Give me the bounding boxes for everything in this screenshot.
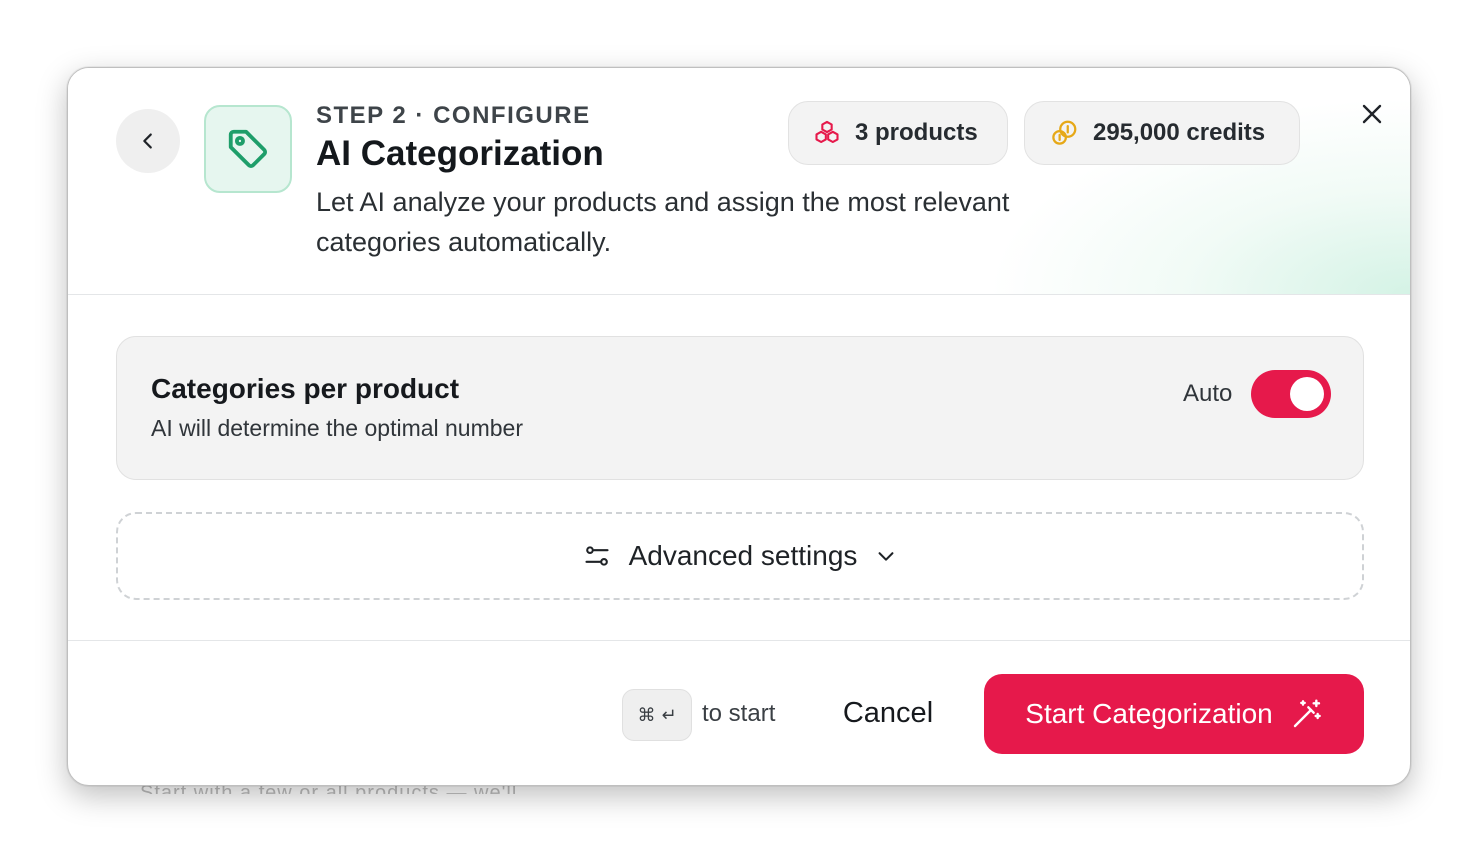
credits-label: 295,000 credits xyxy=(1093,119,1266,146)
cubes-icon xyxy=(815,120,839,144)
back-button[interactable] xyxy=(116,109,180,173)
keyboard-shortcut-badge: ⌘ ↵ xyxy=(622,689,692,741)
setting-title: Categories per product xyxy=(151,373,460,404)
shortcut-hint: to start xyxy=(702,700,776,727)
command-key-icon: ⌘ xyxy=(637,704,656,726)
start-categorization-button[interactable]: Start Categorization xyxy=(984,674,1364,754)
modal-title: AI Categorization xyxy=(316,134,604,173)
toggle-knob xyxy=(1290,377,1324,411)
chevron-down-icon xyxy=(878,552,894,561)
enter-key-icon: ↵ xyxy=(661,704,677,726)
advanced-settings-button[interactable]: Advanced settings xyxy=(116,512,1364,600)
products-count-label: 3 products xyxy=(855,119,978,146)
ai-categorization-modal: STEP 2 · CONFIGURE AI Categorization Let… xyxy=(67,67,1411,786)
magic-wand-icon xyxy=(1293,699,1321,728)
categories-per-product-card: Categories per product AI will determine… xyxy=(116,336,1364,480)
close-button[interactable] xyxy=(1352,94,1392,134)
category-tag-tile xyxy=(204,105,292,193)
auto-toggle-label: Auto xyxy=(1183,380,1233,407)
advanced-settings-label: Advanced settings xyxy=(628,540,858,571)
start-button-label: Start Categorization xyxy=(1025,698,1273,729)
credits-pill: 295,000 credits xyxy=(1024,101,1300,165)
products-count-pill: 3 products xyxy=(788,101,1008,165)
modal-subtitle: Let AI analyze your products and assign … xyxy=(316,187,1010,257)
sliders-icon xyxy=(585,546,609,566)
close-icon xyxy=(1362,104,1382,124)
cancel-button[interactable]: Cancel xyxy=(824,681,952,745)
step-label: STEP 2 · CONFIGURE xyxy=(316,102,591,129)
modal-footer: ⌘ ↵ to start Cancel Start Categorization xyxy=(68,640,1410,785)
modal-header: STEP 2 · CONFIGURE AI Categorization Let… xyxy=(68,68,1410,295)
tag-icon xyxy=(228,129,267,168)
auto-toggle[interactable] xyxy=(1251,370,1331,418)
setting-description: AI will determine the optimal number xyxy=(151,415,523,441)
chevron-left-icon xyxy=(143,133,152,149)
coins-icon xyxy=(1052,120,1077,145)
